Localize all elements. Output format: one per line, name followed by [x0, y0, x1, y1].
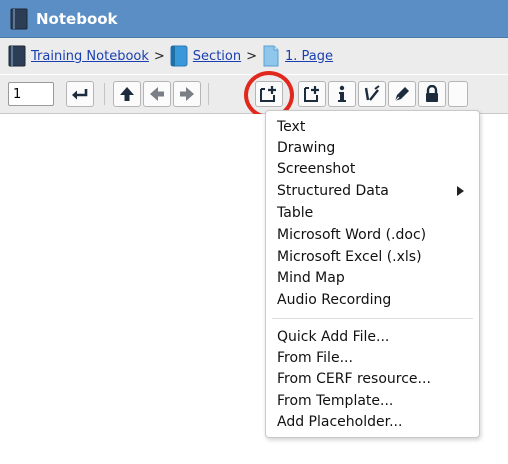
- breadcrumb-separator: >: [246, 48, 258, 64]
- lock-icon: [426, 85, 438, 102]
- menu-item-quick-add-file[interactable]: Quick Add File...: [277, 327, 389, 347]
- submenu-arrow-icon: [457, 186, 464, 196]
- info-button[interactable]: [328, 81, 356, 107]
- forward-button[interactable]: [173, 81, 201, 107]
- menu-item-table[interactable]: Table: [277, 203, 313, 223]
- pen-button[interactable]: [388, 81, 416, 107]
- add-page-button[interactable]: [298, 81, 326, 107]
- page-number-input[interactable]: [8, 82, 54, 106]
- toolbar-divider: [104, 83, 105, 105]
- sign-button[interactable]: [358, 81, 386, 107]
- add-entry-menu: Text Drawing Screenshot Structured Data …: [265, 110, 480, 438]
- menu-item-word[interactable]: Microsoft Word (.doc): [277, 225, 426, 245]
- return-arrow-icon: [72, 89, 88, 100]
- up-button[interactable]: [113, 81, 141, 107]
- breadcrumb-section-link[interactable]: Section: [193, 49, 241, 64]
- back-button[interactable]: [143, 81, 171, 107]
- menu-item-screenshot[interactable]: Screenshot: [277, 159, 355, 179]
- more-button[interactable]: [448, 81, 468, 107]
- menu-separator: [272, 318, 473, 319]
- menu-item-excel[interactable]: Microsoft Excel (.xls): [277, 247, 422, 267]
- add-entry-button[interactable]: [255, 81, 283, 107]
- menu-item-mind-map[interactable]: Mind Map: [277, 268, 345, 288]
- menu-item-text[interactable]: Text: [277, 117, 305, 137]
- toolbar: [0, 75, 508, 114]
- notebook-icon: [10, 8, 28, 29]
- add-page-icon: [304, 86, 319, 102]
- breadcrumb-separator: >: [153, 48, 165, 64]
- lock-button[interactable]: [418, 81, 446, 107]
- toolbar-divider: [208, 83, 209, 105]
- add-entry-icon: [260, 86, 276, 102]
- section-icon: [170, 45, 188, 67]
- page-icon: [263, 45, 279, 67]
- menu-item-from-template[interactable]: From Template...: [277, 391, 393, 411]
- window-title: Notebook: [36, 9, 118, 28]
- notebook-icon: [8, 45, 26, 67]
- breadcrumb: Training Notebook > Section > 1. Page: [0, 38, 508, 74]
- title-bar: Notebook: [0, 0, 508, 38]
- menu-item-from-cerf-resource[interactable]: From CERF resource...: [277, 369, 431, 389]
- menu-item-from-file[interactable]: From File...: [277, 348, 353, 368]
- menu-item-structured-data[interactable]: Structured Data: [277, 181, 389, 201]
- arrow-left-icon: [150, 87, 164, 101]
- menu-item-add-placeholder[interactable]: Add Placeholder...: [277, 412, 402, 432]
- breadcrumb-page-link[interactable]: 1. Page: [285, 49, 333, 64]
- breadcrumb-notebook-link[interactable]: Training Notebook: [31, 49, 149, 64]
- pen-icon: [394, 87, 409, 102]
- enter-button[interactable]: [66, 81, 94, 107]
- arrow-up-icon: [120, 87, 134, 101]
- sign-icon: [364, 85, 380, 101]
- menu-item-drawing[interactable]: Drawing: [277, 138, 335, 158]
- arrow-right-icon: [180, 87, 194, 101]
- menu-item-audio-recording[interactable]: Audio Recording: [277, 290, 391, 310]
- info-icon: [338, 85, 346, 102]
